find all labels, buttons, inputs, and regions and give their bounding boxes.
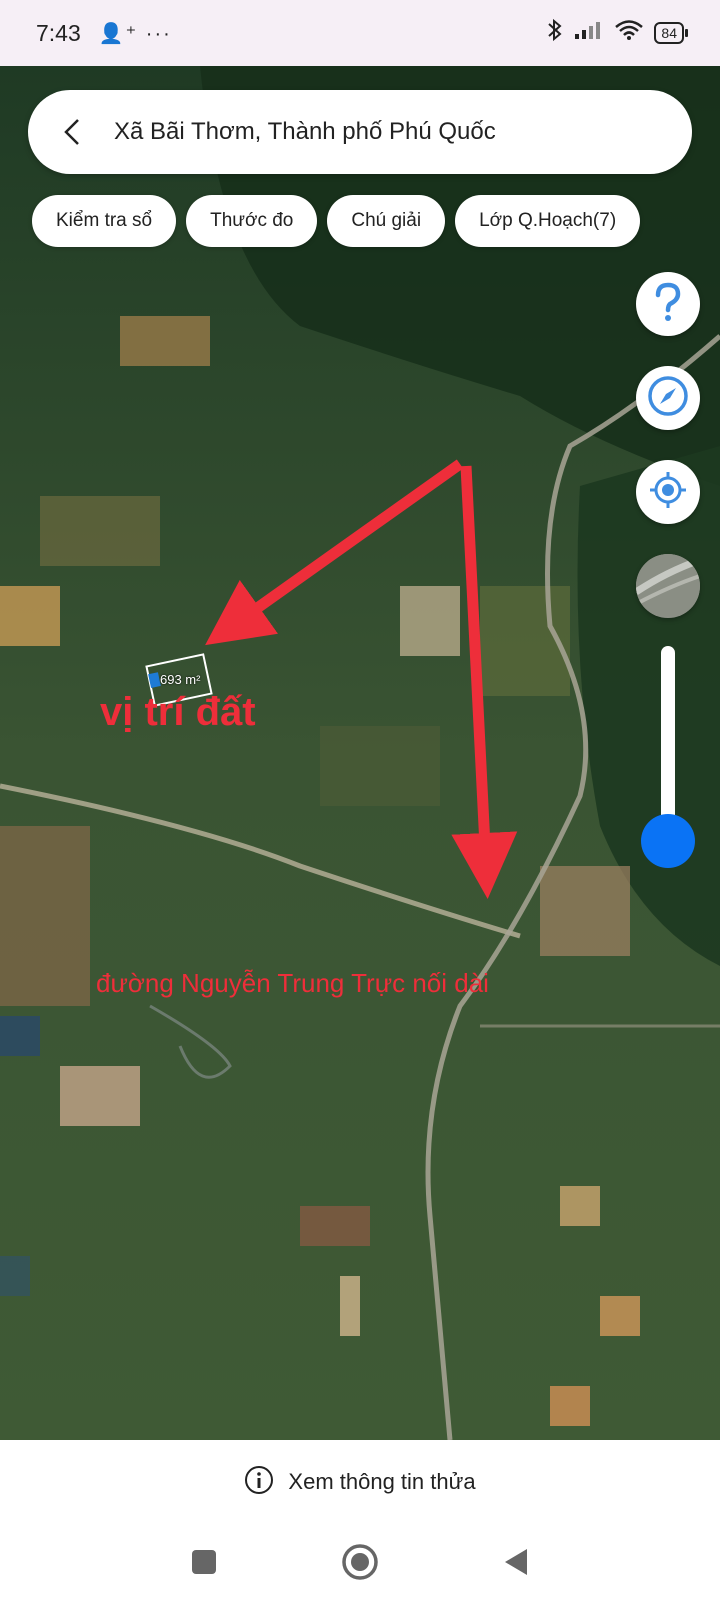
location-search-bar[interactable]: Xã Bãi Thơm, Thành phố Phú Quốc bbox=[28, 90, 692, 174]
chip-planning-layers[interactable]: Lớp Q.Hoạch(7) bbox=[455, 195, 641, 247]
back-button[interactable] bbox=[496, 1542, 536, 1582]
my-location-button[interactable] bbox=[636, 460, 700, 524]
chip-legend[interactable]: Chú giải bbox=[327, 195, 446, 247]
parcel-area-label: 693 m² bbox=[160, 672, 201, 687]
parcel-info-button[interactable]: Xem thông tin thửa bbox=[0, 1440, 720, 1524]
chip-measure[interactable]: Thước đo bbox=[186, 195, 318, 247]
status-time: 7:43 bbox=[36, 19, 81, 46]
status-bar: 7:43 👤⁺ ··· 84 bbox=[0, 0, 720, 66]
parcel-info-label: Xem thông tin thửa bbox=[288, 1469, 476, 1494]
back-arrow-icon[interactable] bbox=[54, 114, 90, 150]
my-location-icon bbox=[646, 468, 690, 517]
wifi-icon bbox=[614, 19, 644, 47]
zoom-slider-thumb[interactable] bbox=[641, 814, 695, 868]
annotation-land-location: vị trí đất bbox=[100, 690, 256, 734]
info-icon bbox=[244, 1465, 274, 1500]
question-icon bbox=[651, 282, 685, 327]
map-layer-icon bbox=[636, 554, 700, 618]
battery-indicator: 84 bbox=[654, 22, 688, 44]
annotation-road-name: đường Nguyễn Trung Trực nối dài bbox=[96, 968, 489, 998]
compass-icon bbox=[646, 374, 690, 423]
recent-apps-button[interactable] bbox=[184, 1542, 224, 1582]
chip-check-book[interactable]: Kiểm tra sổ bbox=[32, 195, 177, 247]
system-navigation-bar bbox=[0, 1524, 720, 1600]
map-imagery bbox=[0, 66, 720, 1440]
location-title: Xã Bãi Thơm, Thành phố Phú Quốc bbox=[114, 118, 496, 145]
signal-icon bbox=[574, 20, 604, 46]
map-tool-chips: Kiểm tra sổ Thước đo Chú giải Lớp Q.Hoạc… bbox=[32, 195, 641, 247]
help-button[interactable] bbox=[636, 272, 700, 336]
home-button[interactable] bbox=[340, 1542, 380, 1582]
map-layer-button[interactable] bbox=[636, 554, 700, 618]
status-right-icons: 84 bbox=[546, 18, 688, 48]
satellite-map[interactable] bbox=[0, 66, 720, 1440]
bluetooth-icon bbox=[546, 18, 564, 48]
compass-button[interactable] bbox=[636, 366, 700, 430]
notification-icons: 👤⁺ ··· bbox=[98, 22, 172, 45]
